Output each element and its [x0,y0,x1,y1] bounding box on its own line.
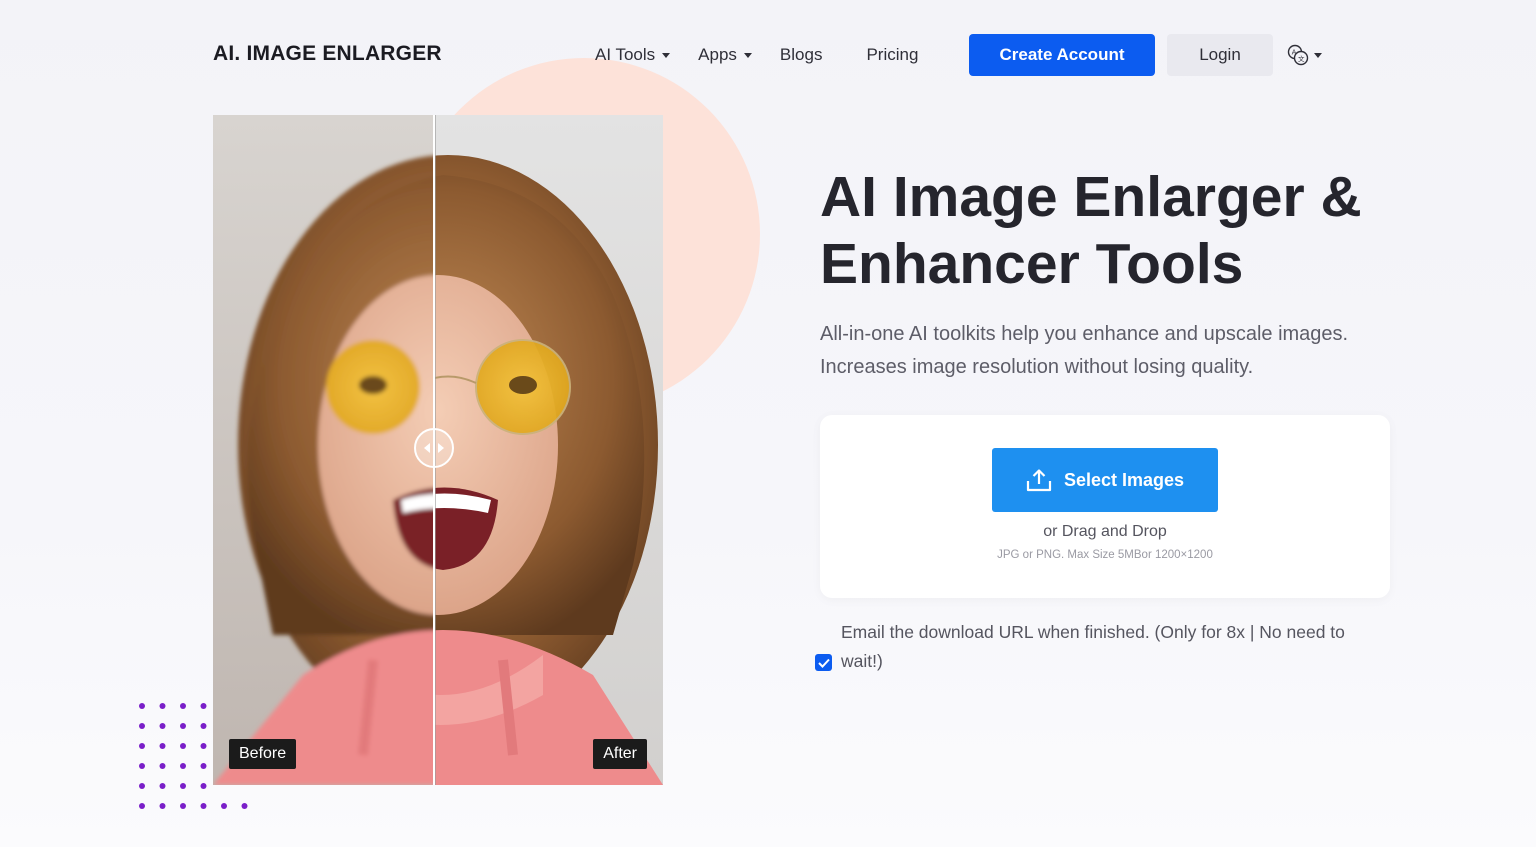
email-option-label[interactable]: Email the download URL when finished. (O… [841,618,1390,676]
nav-ai-tools-label: AI Tools [595,45,656,64]
decorative-dot [221,803,227,809]
left-right-arrows-icon [424,443,444,453]
decorative-dot [180,763,186,769]
drag-drop-text: or Drag and Drop [1043,523,1167,540]
checkmark-icon [817,658,830,668]
decorative-dot [159,723,166,729]
decorative-dot [159,783,166,789]
email-checkbox[interactable] [815,654,832,671]
page-subtitle-line2: Increases image resolution without losin… [820,356,1254,378]
after-label: After [593,739,647,769]
decorative-dot [200,783,207,789]
select-images-label: Select Images [1063,469,1185,490]
upload-icon [1026,469,1052,492]
decorative-dot [139,703,145,709]
page-title: AI Image Enlarger & Enhancer Tools [820,164,1420,298]
nav-pricing-label: Pricing [866,45,919,64]
email-option: Email the download URL when finished. (O… [815,618,1390,676]
email-option-line2: wait!) [841,651,883,671]
select-images-button[interactable]: Select Images [992,448,1218,512]
page-subtitle-line1: All-in-one AI toolkits help you enhance … [820,323,1349,345]
upload-dropzone[interactable]: Select Images or Drag and Drop JPG or PN… [820,415,1390,598]
decorative-dot [139,783,145,789]
nav-blogs-label: Blogs [779,45,823,64]
decorative-dot [180,783,186,789]
decorative-dot [180,743,186,749]
chevron-down-icon [743,52,752,58]
nav-ai-tools[interactable]: AI Tools [595,45,671,65]
logo[interactable]: AI. IMAGE ENLARGER [213,42,442,66]
svg-text:A: A [1292,49,1297,57]
language-selector[interactable]: A 文 [1287,44,1322,66]
page-title-line2: Enhancer Tools [820,232,1244,296]
email-option-line1: Email the download URL when finished. (O… [841,622,1345,642]
svg-text:文: 文 [1298,54,1305,63]
decorative-dot [180,703,186,709]
decorative-dot [139,743,145,749]
decorative-dot [139,723,145,729]
decorative-dot [139,763,145,769]
decorative-dot [200,803,207,809]
nav-pricing[interactable]: Pricing [866,45,918,65]
decorative-dot [159,763,166,769]
nav-apps[interactable]: Apps [698,45,752,65]
chevron-down-icon [662,52,671,58]
create-account-button[interactable]: Create Account [969,34,1155,76]
decorative-dot [200,743,207,749]
page-subtitle: All-in-one AI toolkits help you enhance … [820,318,1400,384]
decorative-dot [159,743,166,749]
chevron-down-icon [1314,52,1322,58]
decorative-dot [159,803,166,809]
before-after-comparison[interactable]: Before After [213,115,663,785]
comparison-slider-handle[interactable] [414,428,454,468]
page-title-line1: AI Image Enlarger & [820,165,1362,229]
decorative-dot [200,703,207,709]
translate-icon: A 文 [1287,44,1309,66]
file-format-hint: JPG or PNG. Max Size 5MBor 1200×1200 [997,549,1213,561]
nav-apps-label: Apps [698,45,737,64]
decorative-dot [180,803,186,809]
decorative-dot [200,723,207,729]
before-label: Before [229,739,297,769]
main-nav: AI Tools Apps Blogs Pricing [595,34,918,76]
decorative-dot [200,763,207,769]
decorative-dot [241,803,248,809]
login-button[interactable]: Login [1167,34,1273,76]
decorative-dot [159,703,166,709]
decorative-dot [139,803,145,809]
nav-blogs[interactable]: Blogs [780,45,823,65]
decorative-dot [180,723,186,729]
